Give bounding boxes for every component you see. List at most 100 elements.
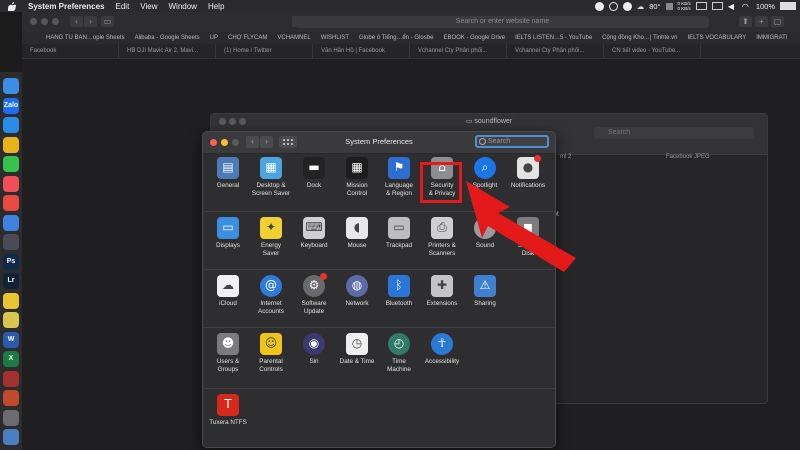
notes-icon[interactable] [3,292,19,309]
browser-zoom-button[interactable] [52,18,59,25]
downloads-icon[interactable] [3,429,19,445]
battery-percent[interactable]: 100% [756,2,775,11]
network-graph-icon[interactable] [665,2,673,10]
pinwheel-icon[interactable] [608,1,618,11]
new-tab-button[interactable]: + [755,16,768,27]
pane-sound[interactable]: ♪ Sound [464,217,506,250]
pane-internet-accounts[interactable]: @ Internet Accounts [250,275,292,315]
syspref-search-input[interactable]: Search [475,135,549,148]
pane-desktop-screen-saver[interactable]: ▦ Desktop & Screen Saver [250,157,292,197]
bookmark-item[interactable]: IMMIGRATI [756,35,787,41]
pane-startup-disk[interactable]: ◼ Startup Disk [507,217,549,257]
finder-icon[interactable] [3,78,19,94]
mail-icon[interactable] [3,214,19,231]
pane-network[interactable]: ◍ Network [336,275,378,308]
bookmark-item[interactable]: CHỢ FLYCAM [228,35,267,41]
pane-spotlight[interactable]: ⌕ Spotlight [464,157,506,190]
browser-tab[interactable]: Vchannel Cty Phân phối... [507,44,604,58]
pane-notifications[interactable]: ● Notifications [507,155,549,190]
bookmark-item[interactable]: UP [210,35,218,41]
pane-tuxera-ntfs[interactable]: T Tuxera NTFS [207,394,249,427]
lightroom-icon[interactable]: Lr [3,273,19,289]
chrome-icon[interactable] [3,136,19,153]
browser-tab[interactable]: (1) Home / Twitter [216,44,313,58]
pane-accessibility[interactable]: ☥ Accessibility [421,333,463,366]
music-icon[interactable] [3,175,19,192]
pane-date-time[interactable]: ◷ Date & Time [336,333,378,366]
apple-menu-icon[interactable] [6,0,18,12]
browser-tab[interactable]: Vchannel Cty Phân phối... [410,44,507,58]
volume-icon[interactable]: ◀ [728,2,737,11]
network-speed[interactable]: 0 KB/s 0 KB/s [678,1,691,11]
browser-minimize-button[interactable] [41,18,48,25]
address-bar[interactable]: Search or enter website name [296,16,709,28]
browser-tab[interactable]: Facebook [22,44,119,58]
wifi-icon[interactable]: ◠ [742,2,751,11]
browser-close-button[interactable] [30,18,37,25]
browser-tab[interactable]: HB DJI Mavic Air 2, Mavi... [119,44,216,58]
excel-icon[interactable]: X [3,351,19,367]
pane-bluetooth[interactable]: ᛒ Bluetooth [378,275,420,308]
pane-siri[interactable]: ◉ Siri [293,333,335,366]
pane-users-groups[interactable]: ☻ Users & Groups [207,333,249,373]
forward-button[interactable]: › [84,16,97,27]
pane-energy-saver[interactable]: ✦ Energy Saver [250,217,292,257]
app-menu[interactable]: System Preferences [28,2,105,11]
final-cut-icon[interactable] [3,234,19,250]
browser-tab[interactable]: Văn Hân Hồ | Facebook [313,44,410,58]
bookmark-item[interactable]: Cộng đồng Kho…| Tinhte.vn [602,35,677,41]
browser-tab[interactable]: CN tiết video - YouTube... [604,44,701,58]
display-icon[interactable] [711,2,723,10]
weather-icon[interactable]: ☁ [637,2,645,11]
bookmark-item[interactable]: IELTS LISTEN…5 - YouTube [515,35,592,41]
pane-time-machine[interactable]: ◴ Time Machine [378,333,420,373]
pane-mission-control[interactable]: ▦ Mission Control [336,157,378,197]
bookmark-item[interactable]: HANG TU BAN…ople Sheets [46,35,125,41]
sidebar-toggle-icon[interactable]: ▭ [101,16,114,27]
powerpoint-icon[interactable] [3,390,19,406]
menu-view[interactable]: View [140,2,157,11]
pane-software-update[interactable]: ⚙ Software Update [293,273,335,315]
messages-icon[interactable] [3,156,19,172]
keyboard-layout-icon[interactable] [695,2,707,10]
temperature-readout[interactable]: 80° [649,2,660,11]
menu-edit[interactable]: Edit [116,2,130,11]
pane-dock[interactable]: ▬ Dock [293,157,335,190]
finder-column-2[interactable]: Facebook JPEG [666,154,710,160]
info-icon[interactable] [622,1,632,11]
battery-icon[interactable] [780,2,796,10]
bookmark-item[interactable]: EBOOK - Google Drive [443,35,505,41]
pane-sharing[interactable]: ⚠ Sharing [464,275,506,308]
pane-icloud[interactable]: ☁ iCloud [207,275,249,308]
bookmark-item[interactable]: Globe ô Tiếng…ển - Glosbe [359,35,433,41]
tab-overview-icon[interactable]: ▢ [771,16,784,27]
share-icon[interactable]: ⬆ [739,16,752,27]
back-button[interactable]: ‹ [70,16,83,27]
pane-general[interactable]: ▤ General [207,157,249,190]
status-app-icon[interactable] [594,1,604,11]
finder-column-1[interactable]: ml 2 [560,154,571,160]
bookmark-item[interactable]: WISHLIST [321,35,349,41]
pane-language-region[interactable]: ⚑ Language & Region [378,157,420,197]
bookmark-item[interactable]: IELTS VOCABULARY [687,35,746,41]
access-icon[interactable] [3,370,19,387]
menu-help[interactable]: Help [208,2,224,11]
pane-printers-scanners[interactable]: ⎙ Printers & Scanners [421,217,463,257]
pane-keyboard[interactable]: ⌨ Keyboard [293,217,335,250]
calendar-icon[interactable] [3,195,19,211]
finder-search-input[interactable]: Search [594,127,754,139]
menu-window[interactable]: Window [169,2,197,11]
pane-mouse[interactable]: ◖ Mouse [336,217,378,250]
pane-trackpad[interactable]: ▭ Trackpad [378,217,420,250]
bookmark-item[interactable]: VCHAMNEL [277,35,310,41]
photoshop-icon[interactable]: Ps [3,253,19,270]
pane-displays[interactable]: ▭ Displays [207,217,249,250]
zalo-icon[interactable]: Zalo [3,97,19,114]
bookmark-item[interactable]: Alibaba - Google Sheets [135,35,200,41]
pane-parental-controls[interactable]: ☺ Parental Controls [250,333,292,373]
system-preferences-dock-icon[interactable] [3,409,19,426]
safari-icon[interactable] [3,117,19,133]
word-icon[interactable]: W [3,331,19,348]
stickies-icon[interactable] [3,312,19,328]
pane-extensions[interactable]: ✚ Extensions [421,275,463,308]
